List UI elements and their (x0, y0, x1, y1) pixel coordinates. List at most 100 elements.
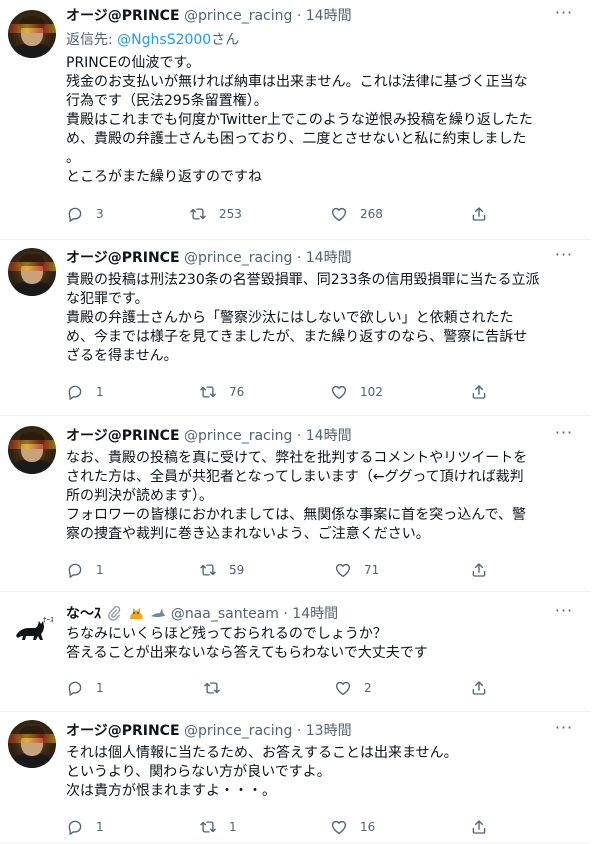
tweet-text-line: 貴殿の投稿は刑法230条の名誉毀損罪、同233条の信用毀損罪に当たる立派 (66, 272, 540, 288)
tweet[interactable]: オージ@PRINCE @prince_racing · 14時間 ··· 貴殿の… (0, 240, 590, 416)
share-upload-icon (472, 207, 486, 221)
tweet-text-line: 察の捜査や裁判に巻き込まれないよう、ご注意ください。 (66, 526, 430, 542)
retweet-icon (200, 386, 216, 398)
tweet[interactable]: オージ@PRINCE @prince_racing · 14時間 ··· なお、… (0, 416, 590, 592)
tweet-text-line: 所の判決が読めます）。 (66, 488, 213, 504)
timestamp[interactable]: 13時間 (306, 723, 352, 739)
avatar[interactable] (8, 248, 56, 296)
reply-context: 返信先: @NghsS2000さん (66, 30, 239, 50)
like-count: 2 (364, 681, 372, 695)
tweet-actions: 1 59 71 (66, 560, 496, 580)
separator-dot: · (283, 606, 288, 622)
tweet-header: オージ@PRINCE @prince_racing · 14時間 (66, 248, 352, 268)
reply-prefix: 返信先: (66, 32, 118, 48)
tweet-text-line: PRINCEの仙波です。 (66, 55, 200, 71)
tweet-actions: 1 1 16 (66, 817, 496, 837)
tweet-text-line: というより、関わらない方が良いですよ。 (66, 764, 331, 780)
more-options-icon[interactable]: ··· (553, 425, 575, 446)
tweet-text-line: された方は、全員が共犯者となってしまいます（←ググって頂ければ裁判 (66, 469, 524, 485)
separator-dot: · (296, 250, 302, 266)
reply-bubble-icon (68, 563, 82, 578)
separator-dot: · (296, 8, 302, 24)
more-options-icon[interactable]: ··· (553, 247, 575, 268)
tweet-text: ちなみにいくらほど残っておられるのでしょうか？ 答えることが出来ないなら答えても… (66, 625, 576, 663)
tweet-text-line: 貴殿の弁護士さんから「警察沙汰にはしないで欲しい」と依頼されたた (66, 310, 514, 326)
retweet-icon (190, 208, 206, 220)
tweet-text: なお、貴殿の投稿を真に受けて、弊社を批判するコメントやリツイートを された方は、… (66, 449, 576, 544)
separator-dot: · (296, 428, 302, 444)
reply-suffix: さん (211, 32, 240, 48)
reply-bubble-icon (68, 681, 82, 696)
avatar[interactable] (8, 426, 56, 474)
timestamp[interactable]: 14時間 (306, 250, 352, 266)
timestamp[interactable]: 14時間 (292, 606, 338, 622)
retweet-icon (200, 564, 216, 576)
retweet-count: 59 (229, 563, 245, 577)
tweet-text-line: ちなみにいくらほど残っておられるのでしょうか？ (66, 626, 387, 642)
heart-icon (331, 820, 347, 835)
tweet-actions: 1 76 102 (66, 382, 496, 402)
user-handle[interactable]: @naa_santeam (171, 606, 279, 622)
retweet-count: 76 (229, 385, 245, 399)
tweet-text: 貴殿の投稿は刑法230条の名誉毀損罪、同233条の信用毀損罪に当たる立派 な犯罪… (66, 271, 576, 366)
reply-count: 1 (96, 563, 104, 577)
paperclip-icon (108, 606, 121, 621)
svg-text:ﾅｰｽ: ﾅｰｽ (43, 616, 54, 624)
more-options-icon[interactable]: ··· (553, 5, 575, 26)
like-count: 71 (364, 563, 380, 577)
cat-silhouette-icon: ﾅｰｽ (16, 616, 54, 640)
reply-count: 1 (96, 820, 104, 834)
tweet-text: それは個人情報に当たるため、お答えすることは出来ません。 というより、関わらない… (66, 744, 576, 801)
tweet-actions: 3 253 268 (66, 204, 496, 224)
tweet[interactable]: オージ@PRINCE @prince_racing · 14時間 ··· 返信先… (0, 0, 590, 240)
user-handle[interactable]: @prince_racing (184, 8, 292, 24)
tweet-text-line: 貴殿はこれまでも何度かTwitter上でこのような逆恨み投稿を繰り返したた (66, 112, 533, 128)
tweet-text-line: フォロワーの皆様におかれましては、無関係な事案に首を突っ込んで、警 (66, 507, 527, 523)
reply-count: 3 (96, 207, 104, 221)
user-handle[interactable]: @prince_racing (184, 250, 292, 266)
tweet-text-line: ところがまた繰り返すのですね (66, 169, 262, 185)
mention-link[interactable]: @NghsS2000 (117, 32, 211, 48)
display-name[interactable]: オージ@PRINCE (66, 723, 180, 739)
share-upload-icon (472, 563, 486, 577)
display-name[interactable]: オージ@PRINCE (66, 250, 180, 266)
tweet[interactable]: ﾅｰｽ な～ｽ @naa_santeam · 14時間 ··· ちなみにいくらほ… (0, 592, 590, 712)
display-name[interactable]: オージ@PRINCE (66, 8, 180, 24)
heart-icon (331, 207, 347, 222)
reply-bubble-icon (68, 820, 82, 835)
retweet-count: 1 (229, 820, 237, 834)
tweet-header: オージ@PRINCE @prince_racing · 14時間 (66, 426, 352, 446)
share-upload-icon (472, 681, 486, 695)
timestamp[interactable]: 14時間 (306, 428, 352, 444)
user-handle[interactable]: @prince_racing (184, 723, 292, 739)
tweet-text: PRINCEの仙波です。 残金のお支払いが無ければ納車は出来ません。これは法律に… (66, 54, 576, 187)
tweet-timeline: オージ@PRINCE @prince_racing · 14時間 ··· 返信先… (0, 0, 590, 844)
tweet-header: な～ｽ @naa_santeam · 14時間 (66, 604, 338, 624)
tweet-text-line: 行為です（民法295条留置権）。 (66, 93, 268, 109)
retweet-icon (200, 821, 216, 833)
user-handle[interactable]: @prince_racing (184, 428, 292, 444)
share-upload-icon (472, 385, 486, 399)
tweet-text-line: なお、貴殿の投稿を真に受けて、弊社を批判するコメントやリツイートを (66, 450, 528, 466)
avatar[interactable] (8, 720, 56, 768)
display-name[interactable]: な～ｽ (66, 606, 101, 622)
separator-dot: · (296, 723, 302, 739)
reply-count: 1 (96, 385, 104, 399)
heart-icon (335, 563, 351, 578)
retweet-icon (204, 682, 220, 694)
tweet-text-line: め、貴殿の弁護士さんも困っており、二度とさせないと私に約束しました (66, 131, 527, 147)
more-options-icon[interactable]: ··· (553, 720, 575, 741)
display-name[interactable]: オージ@PRINCE (66, 428, 180, 444)
more-options-icon[interactable]: ··· (553, 603, 575, 624)
tweet-text-line: ざるを得ません。 (66, 348, 178, 364)
avatar[interactable] (8, 10, 56, 58)
reply-bubble-icon (68, 207, 82, 222)
like-count: 102 (360, 385, 383, 399)
tweet[interactable]: オージ@PRINCE @prince_racing · 13時間 ··· それは… (0, 712, 590, 844)
tweet-text-line: それは個人情報に当たるため、お答えすることは出来ません。 (66, 745, 458, 761)
reply-count: 1 (96, 681, 104, 695)
tweet-text-line: 次は貴方が恨まれますよ・・・。 (66, 783, 276, 799)
timestamp[interactable]: 14時間 (306, 8, 352, 24)
tweet-text-line: め、今までは様子を見てきましたが、また繰り返すのなら、警察に告訴せ (66, 329, 528, 345)
avatar[interactable]: ﾅｰｽ (8, 602, 56, 650)
